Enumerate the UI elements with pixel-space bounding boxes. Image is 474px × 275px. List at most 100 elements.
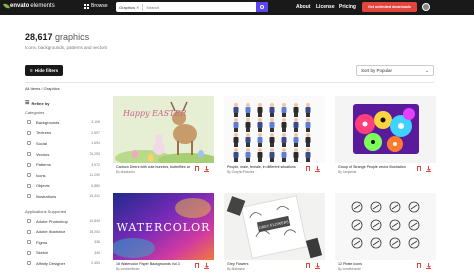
page-title: 28,617 graphics bbox=[25, 32, 89, 42]
checkbox[interactable] bbox=[27, 229, 31, 234]
asset-card[interactable]: Group of Strange People vector illustrat… bbox=[335, 96, 436, 175]
asset-author[interactable]: By GraphicPictures bbox=[227, 170, 254, 174]
get-unlimited-downloads-button[interactable]: Get unlimited downloads bbox=[362, 2, 417, 12]
results-count: 28,617 bbox=[25, 32, 53, 42]
checkbox[interactable] bbox=[27, 183, 31, 188]
search-category-select[interactable]: Graphics ✕ bbox=[116, 3, 144, 11]
close-icon[interactable]: ✕ bbox=[136, 5, 139, 10]
filter-option-social[interactable]: Social 1,694 bbox=[25, 138, 100, 149]
asset-author[interactable]: By drawlaces bbox=[116, 170, 135, 174]
asset-title[interactable]: 12 Pirate Icons bbox=[338, 262, 412, 266]
checkbox[interactable] bbox=[27, 120, 31, 125]
filter-label: Vectors bbox=[36, 151, 50, 157]
asset-title[interactable]: Cartoon Deers with cute bunnies, butterf… bbox=[116, 165, 190, 169]
checkbox[interactable] bbox=[27, 152, 31, 157]
asset-author[interactable]: By Mabasha bbox=[227, 267, 245, 271]
checkbox[interactable] bbox=[27, 250, 31, 255]
browse-menu-button[interactable]: Browse bbox=[84, 3, 108, 9]
asset-thumbnail[interactable] bbox=[335, 193, 436, 260]
bookmark-icon[interactable] bbox=[306, 166, 310, 171]
filter-option-objects[interactable]: Objects 6,880 bbox=[25, 181, 100, 192]
download-icon[interactable] bbox=[204, 263, 209, 269]
asset-thumbnail[interactable] bbox=[224, 96, 325, 163]
checkbox[interactable] bbox=[27, 194, 31, 199]
asset-card[interactable]: 12 Pirate Icons By creativenode bbox=[335, 193, 436, 272]
bookmark-icon[interactable] bbox=[417, 166, 421, 171]
asset-thumbnail[interactable]: Happy EASTER bbox=[113, 96, 214, 163]
asset-info: 16 Watercolor Paper Backgrounds Vol.3 By … bbox=[113, 260, 214, 272]
filter-option-illustrations[interactable]: Illustrations 15,441 bbox=[25, 191, 100, 202]
download-icon[interactable] bbox=[426, 166, 431, 172]
asset-title[interactable]: 16 Watercolor Paper Backgrounds Vol.3 bbox=[116, 262, 190, 266]
hide-filters-button[interactable]: ≡ Hide filters bbox=[25, 65, 63, 76]
checkbox[interactable] bbox=[27, 162, 31, 167]
asset-title[interactable]: Group of Strange People vector illustrat… bbox=[338, 165, 412, 169]
envato-elements-logo[interactable]: envato elements bbox=[3, 2, 55, 10]
filter-option-icons[interactable]: Icons 11,290 bbox=[25, 170, 100, 181]
download-icon[interactable] bbox=[315, 263, 320, 269]
nav-license[interactable]: License bbox=[316, 4, 335, 10]
filter-count: 10,849 bbox=[89, 219, 100, 224]
filter-label: Adobe Photoshop bbox=[36, 218, 68, 224]
chevron-down-icon: ⌄ bbox=[424, 68, 429, 74]
asset-thumbnail[interactable] bbox=[335, 96, 436, 163]
header-divider bbox=[25, 82, 434, 83]
download-icon[interactable] bbox=[426, 263, 431, 269]
bookmark-icon[interactable] bbox=[195, 166, 199, 171]
filter-option-adobe-photoshop[interactable]: Adobe Photoshop 10,849 bbox=[25, 216, 100, 227]
filter-option-affinity-designer[interactable]: Affinity Designer 2,453 bbox=[25, 258, 100, 269]
filter-label: Adobe Illustrator bbox=[36, 229, 66, 235]
filter-option-backgrounds[interactable]: Backgrounds 3,108 bbox=[25, 117, 100, 128]
search-input[interactable] bbox=[146, 4, 247, 10]
filter-option-vectors[interactable]: Vectors 76,253 bbox=[25, 149, 100, 160]
asset-author[interactable]: By Jamjamia bbox=[338, 170, 356, 174]
bookmark-icon[interactable] bbox=[306, 263, 310, 268]
filter-icon: ≡ bbox=[29, 67, 33, 74]
asset-info: Grey Flowers By Mabasha bbox=[224, 260, 325, 272]
filter-label: Icons bbox=[36, 172, 46, 178]
download-icon[interactable] bbox=[315, 166, 320, 172]
filter-option-figma[interactable]: Figma 336 bbox=[25, 237, 100, 248]
filter-option-textures[interactable]: Textures 2,507 bbox=[25, 128, 100, 139]
asset-title[interactable]: People, male, female, in different situa… bbox=[227, 165, 301, 169]
filter-option-adobe-illustrator[interactable]: Adobe Illustrator 18,204 bbox=[25, 226, 100, 237]
sort-dropdown[interactable]: Sort by Popular ⌄ bbox=[356, 65, 434, 76]
download-icon[interactable] bbox=[204, 166, 209, 172]
filter-sidebar: ☰ Refine by Categories Backgrounds 3,108 T… bbox=[25, 100, 100, 269]
bookmark-icon[interactable] bbox=[417, 263, 421, 268]
checkbox[interactable] bbox=[27, 130, 31, 135]
filter-label: Objects bbox=[36, 183, 50, 189]
asset-card[interactable]: GREY FLOWERS Grey Flowers By Mabasha bbox=[224, 193, 325, 272]
browse-label: Browse bbox=[91, 3, 108, 9]
filter-option-patterns[interactable]: Patterns 3,972 bbox=[25, 159, 100, 170]
filter-label: Affinity Designer bbox=[36, 260, 66, 266]
asset-card[interactable]: WATERCOLOR 16 Watercolor Paper Background… bbox=[113, 193, 214, 272]
checkbox[interactable] bbox=[27, 240, 31, 245]
nav-pricing[interactable]: Pricing bbox=[339, 4, 356, 10]
user-avatar-icon[interactable] bbox=[422, 3, 430, 11]
checkbox[interactable] bbox=[27, 173, 31, 178]
checkbox[interactable] bbox=[27, 261, 31, 266]
checkbox[interactable] bbox=[27, 219, 31, 224]
filter-option-sketch[interactable]: Sketch 340 bbox=[25, 248, 100, 259]
asset-card[interactable]: People, male, female, in different situa… bbox=[224, 96, 325, 175]
bookmark-icon[interactable] bbox=[195, 263, 199, 268]
asset-card[interactable]: Happy EASTER Cartoon Deers with cute bunn… bbox=[113, 96, 214, 175]
breadcrumb[interactable]: All Items / Graphics bbox=[25, 86, 60, 91]
nav-about[interactable]: About bbox=[296, 4, 310, 10]
asset-info: 12 Pirate Icons By creativenode bbox=[335, 260, 436, 272]
search-button[interactable] bbox=[256, 2, 268, 12]
asset-thumbnail[interactable]: GREY FLOWERS bbox=[224, 193, 325, 260]
filter-count: 2,453 bbox=[91, 261, 100, 266]
asset-info: Cartoon Deers with cute bunnies, butterf… bbox=[113, 163, 214, 175]
filter-count: 336 bbox=[94, 240, 100, 245]
filter-count: 340 bbox=[94, 250, 100, 255]
asset-title[interactable]: Grey Flowers bbox=[227, 262, 301, 266]
filter-count: 2,507 bbox=[91, 130, 100, 135]
asset-author[interactable]: By creativefinder bbox=[116, 267, 140, 271]
asset-thumbnail[interactable]: WATERCOLOR bbox=[113, 193, 214, 260]
checkbox[interactable] bbox=[27, 141, 31, 146]
filter-count: 1,694 bbox=[91, 141, 100, 146]
asset-author[interactable]: By creativenode bbox=[338, 267, 361, 271]
filter-label: Textures bbox=[36, 130, 52, 136]
